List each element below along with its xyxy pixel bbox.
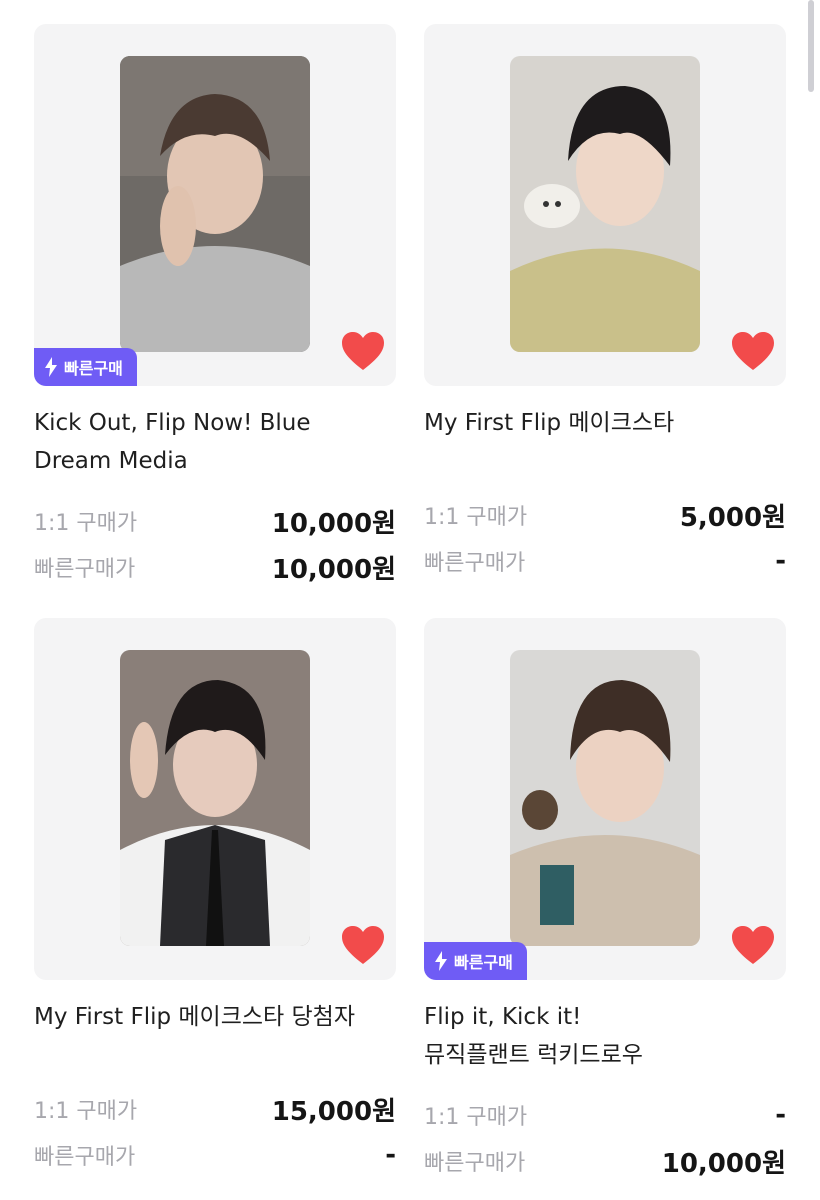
fast-price: - [775,546,786,576]
one-to-one-price: 10,000원 [271,508,396,539]
lightning-icon [45,357,57,377]
product-card[interactable]: My First Flip 메이크스타 1:1 구매가 5,000원 빠른구매가… [424,24,786,584]
one-to-one-price: 15,000원 [271,1096,396,1127]
fast-badge-label: 빠른구매 [64,359,123,378]
fast-purchase-badge: 빠른구매 [424,942,527,980]
one-to-one-label: 1:1 구매가 [424,1105,528,1130]
one-to-one-price: 5,000원 [679,502,786,533]
product-title[interactable]: Flip it, Kick it! 뮤직플랜트 럭키드로우 [424,998,786,1074]
product-card[interactable]: My First Flip 메이크스타 당첨자 1:1 구매가 15,000원 … [34,618,396,1178]
title-line: Flip it, Kick it! [424,1004,582,1030]
fast-price: 10,000원 [661,1148,786,1179]
product-title[interactable]: Kick Out, Flip Now! Blue Dream Media [34,404,396,480]
product-title[interactable]: My First Flip 메이크스타 당첨자 [34,998,396,1036]
one-to-one-price: - [775,1100,786,1130]
fast-price-label: 빠른구매가 [34,1145,136,1170]
heart-icon[interactable] [730,924,776,966]
fast-price: - [385,1140,396,1170]
one-to-one-label: 1:1 구매가 [34,1099,138,1124]
photocard-image [510,650,700,946]
fast-price-label: 빠른구매가 [424,1151,526,1176]
photocard-image [120,56,310,352]
product-card[interactable]: 빠른구매 Flip it, Kick it! 뮤직플랜트 럭키드로우 1:1 구… [424,618,786,1184]
title-line: Dream Media [34,448,188,474]
heart-icon[interactable] [340,330,386,372]
fast-price-row: 빠른구매가 10,000원 [34,544,396,590]
one-to-one-price-row: 1:1 구매가 5,000원 [424,492,786,538]
fast-price-row: 빠른구매가 10,000원 [424,1138,786,1184]
product-image-area[interactable] [424,24,786,386]
title-line: My First Flip 메이크스타 [424,410,675,436]
one-to-one-price-row: 1:1 구매가 10,000원 [34,498,396,544]
one-to-one-price-row: 1:1 구매가 - [424,1092,786,1138]
one-to-one-price-row: 1:1 구매가 15,000원 [34,1086,396,1132]
lightning-icon [435,951,447,971]
fast-price-row: 빠른구매가 - [34,1132,396,1178]
fast-price-label: 빠른구매가 [34,557,136,582]
one-to-one-label: 1:1 구매가 [34,511,138,536]
product-title[interactable]: My First Flip 메이크스타 [424,404,786,442]
title-line: Kick Out, Flip Now! Blue [34,410,311,436]
title-line: 뮤직플랜트 럭키드로우 [424,1042,643,1068]
product-image-area[interactable]: 빠른구매 [424,618,786,980]
fast-price: 10,000원 [271,554,396,585]
fast-price-label: 빠른구매가 [424,551,526,576]
heart-icon[interactable] [340,924,386,966]
photocard-image [120,650,310,946]
fast-purchase-badge: 빠른구매 [34,348,137,386]
photocard-image [510,56,700,352]
scrollbar[interactable] [808,0,814,92]
product-image-area[interactable]: 빠른구매 [34,24,396,386]
fast-price-row: 빠른구매가 - [424,538,786,584]
title-line: My First Flip 메이크스타 당첨자 [34,1004,355,1030]
product-card[interactable]: 빠른구매 Kick Out, Flip Now! Blue Dream Medi… [34,24,396,590]
product-image-area[interactable] [34,618,396,980]
heart-icon[interactable] [730,330,776,372]
fast-badge-label: 빠른구매 [454,953,513,972]
one-to-one-label: 1:1 구매가 [424,505,528,530]
